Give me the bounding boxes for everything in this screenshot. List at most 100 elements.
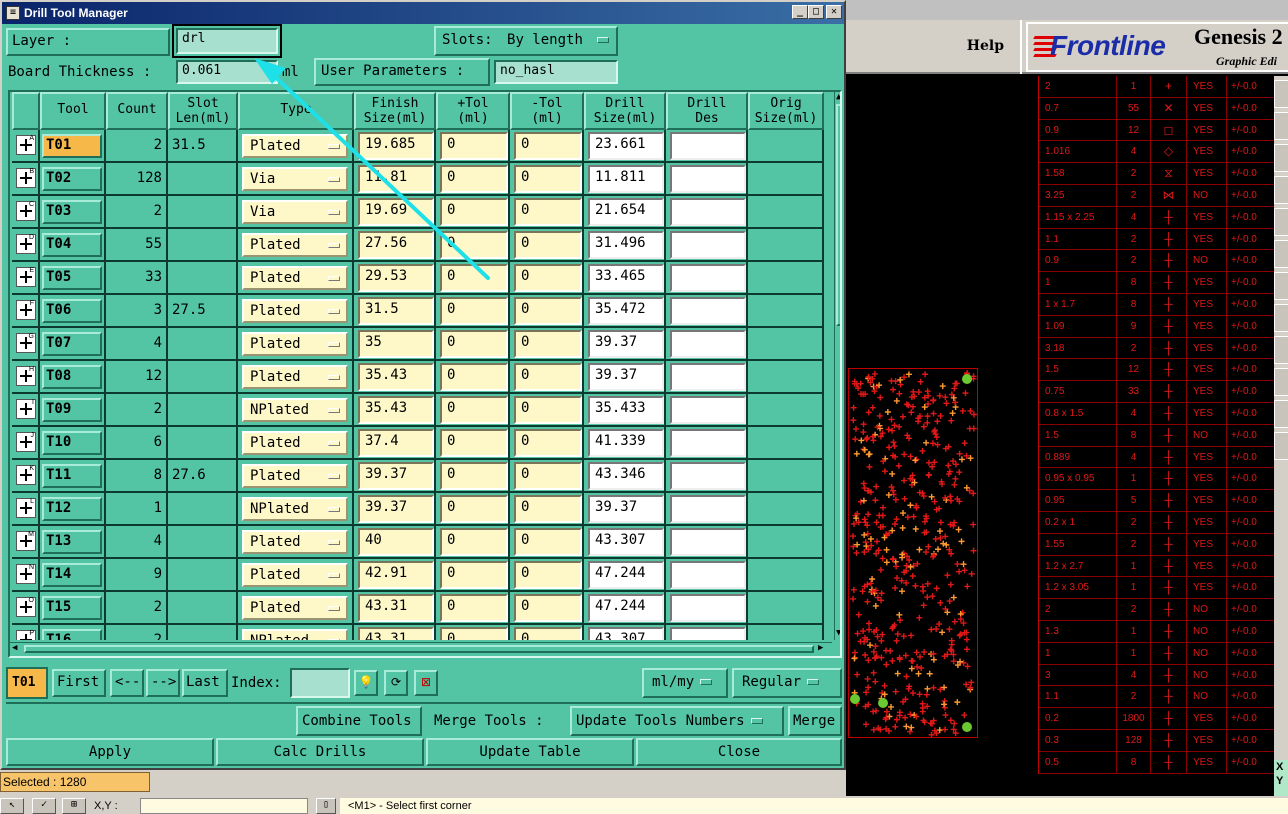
type-menu[interactable]: Plated bbox=[242, 596, 348, 620]
finish-size-input[interactable]: 31.5 bbox=[358, 297, 434, 325]
window-menu-icon[interactable]: ≡ bbox=[6, 6, 20, 20]
minus-tol-input[interactable]: 0 bbox=[514, 528, 582, 556]
expand-tool-icon[interactable]: C bbox=[16, 201, 36, 221]
scroll-down-icon[interactable]: ▼ bbox=[836, 628, 840, 638]
minus-tol-input[interactable]: 0 bbox=[514, 429, 582, 457]
prev-button[interactable]: <-- bbox=[110, 669, 144, 697]
toolbar-button[interactable] bbox=[1274, 336, 1288, 364]
drill-size-input[interactable]: 39.37 bbox=[588, 330, 664, 358]
expand-tool-icon[interactable]: J bbox=[16, 432, 36, 452]
tool-button[interactable]: T05 bbox=[42, 266, 102, 290]
minus-tol-input[interactable]: 0 bbox=[514, 561, 582, 589]
plus-tol-input[interactable]: 0 bbox=[440, 561, 508, 589]
toolbar-button[interactable] bbox=[1274, 432, 1288, 460]
user-parameters-input[interactable]: no_hasl bbox=[494, 60, 618, 84]
tool-button[interactable]: T02 bbox=[42, 167, 102, 191]
drill-size-input[interactable]: 11.811 bbox=[588, 165, 664, 193]
drill-size-input[interactable]: 35.472 bbox=[588, 297, 664, 325]
toolbar-button[interactable] bbox=[1274, 240, 1288, 268]
plus-tol-input[interactable]: 0 bbox=[440, 231, 508, 259]
drill-size-input[interactable]: 23.661 bbox=[588, 132, 664, 160]
tool-button[interactable]: T08 bbox=[42, 365, 102, 389]
horizontal-scrollbar[interactable]: ◀ ▶ bbox=[10, 642, 832, 656]
toolbar-button[interactable] bbox=[1274, 368, 1288, 396]
drill-des-input[interactable] bbox=[670, 561, 746, 589]
drill-des-input[interactable] bbox=[670, 528, 746, 556]
tool-button[interactable]: T09 bbox=[42, 398, 102, 422]
expand-tool-icon[interactable]: H bbox=[16, 366, 36, 386]
drill-des-input[interactable] bbox=[670, 330, 746, 358]
units-menu[interactable]: ml/my bbox=[642, 668, 728, 698]
type-menu[interactable]: Plated bbox=[242, 266, 348, 290]
index-input[interactable] bbox=[290, 668, 350, 698]
expand-tool-icon[interactable]: N bbox=[16, 564, 36, 584]
type-menu[interactable]: Plated bbox=[242, 332, 348, 356]
minus-tol-input[interactable]: 0 bbox=[514, 495, 582, 523]
type-menu[interactable]: NPlated bbox=[242, 497, 348, 521]
drill-des-input[interactable] bbox=[670, 462, 746, 490]
toolbar-button[interactable] bbox=[1274, 272, 1288, 300]
minus-tol-input[interactable]: 0 bbox=[514, 264, 582, 292]
toolbar-button[interactable] bbox=[1274, 112, 1288, 140]
toolbar-button[interactable] bbox=[1274, 400, 1288, 428]
drill-des-input[interactable] bbox=[670, 231, 746, 259]
plus-tol-input[interactable]: 0 bbox=[440, 627, 508, 640]
last-button[interactable]: Last bbox=[182, 669, 228, 697]
type-menu[interactable]: Via bbox=[242, 200, 348, 224]
finish-size-input[interactable]: 42.91 bbox=[358, 561, 434, 589]
first-button[interactable]: First bbox=[52, 669, 106, 697]
finish-size-input[interactable]: 29.53 bbox=[358, 264, 434, 292]
drill-des-input[interactable] bbox=[670, 495, 746, 523]
expand-tool-icon[interactable]: P bbox=[16, 630, 36, 640]
plus-tol-input[interactable]: 0 bbox=[440, 297, 508, 325]
finish-size-input[interactable]: 43.31 bbox=[358, 627, 434, 640]
merge-button[interactable]: Merge bbox=[788, 706, 842, 736]
update-table-button[interactable]: Update Table bbox=[426, 738, 634, 766]
drill-des-input[interactable] bbox=[670, 396, 746, 424]
drill-des-input[interactable] bbox=[670, 198, 746, 226]
finish-size-input[interactable]: 11.81 bbox=[358, 165, 434, 193]
drill-des-input[interactable] bbox=[670, 429, 746, 457]
finish-size-input[interactable]: 39.37 bbox=[358, 462, 434, 490]
finish-size-input[interactable]: 39.37 bbox=[358, 495, 434, 523]
tool-button[interactable]: T14 bbox=[42, 563, 102, 587]
toolbar-button[interactable] bbox=[1274, 176, 1288, 204]
type-menu[interactable]: Plated bbox=[242, 431, 348, 455]
minus-tol-input[interactable]: 0 bbox=[514, 462, 582, 490]
finish-size-input[interactable]: 40 bbox=[358, 528, 434, 556]
drill-size-input[interactable]: 39.37 bbox=[588, 495, 664, 523]
maximize-button[interactable]: □ bbox=[808, 5, 824, 19]
tool-button[interactable]: T11 bbox=[42, 464, 102, 488]
delete-icon[interactable]: ⊠ bbox=[414, 670, 438, 696]
drill-size-input[interactable]: 43.307 bbox=[588, 528, 664, 556]
type-menu[interactable]: Plated bbox=[242, 299, 348, 323]
tool-button[interactable]: T15 bbox=[42, 596, 102, 620]
type-menu[interactable]: Via bbox=[242, 167, 348, 191]
plus-tol-input[interactable]: 0 bbox=[440, 264, 508, 292]
plus-tol-input[interactable]: 0 bbox=[440, 528, 508, 556]
type-menu[interactable]: NPlated bbox=[242, 629, 348, 640]
plus-tol-input[interactable]: 0 bbox=[440, 363, 508, 391]
expand-tool-icon[interactable]: K bbox=[16, 465, 36, 485]
drill-des-input[interactable] bbox=[670, 132, 746, 160]
expand-tool-icon[interactable]: M bbox=[16, 531, 36, 551]
tool-button[interactable]: T10 bbox=[42, 431, 102, 455]
tool-button[interactable]: T04 bbox=[42, 233, 102, 257]
plus-tol-input[interactable]: 0 bbox=[440, 132, 508, 160]
expand-tool-icon[interactable]: I bbox=[16, 399, 36, 419]
drill-des-input[interactable] bbox=[670, 627, 746, 640]
expand-tool-icon[interactable]: L bbox=[16, 498, 36, 518]
pointer-icon[interactable]: ↖ bbox=[0, 798, 24, 814]
plus-tol-input[interactable]: 0 bbox=[440, 396, 508, 424]
plus-tol-input[interactable]: 0 bbox=[440, 165, 508, 193]
drill-size-input[interactable]: 43.307 bbox=[588, 627, 664, 640]
drill-size-input[interactable]: 33.465 bbox=[588, 264, 664, 292]
expand-tool-icon[interactable]: O bbox=[16, 597, 36, 617]
tool-button[interactable]: T01 bbox=[42, 134, 102, 158]
minus-tol-input[interactable]: 0 bbox=[514, 132, 582, 160]
scroll-left-icon[interactable]: ◀ bbox=[12, 643, 17, 653]
plus-tol-input[interactable]: 0 bbox=[440, 429, 508, 457]
finish-size-input[interactable]: 37.4 bbox=[358, 429, 434, 457]
check-icon[interactable]: ✓ bbox=[32, 798, 56, 814]
tool-button[interactable]: T03 bbox=[42, 200, 102, 224]
